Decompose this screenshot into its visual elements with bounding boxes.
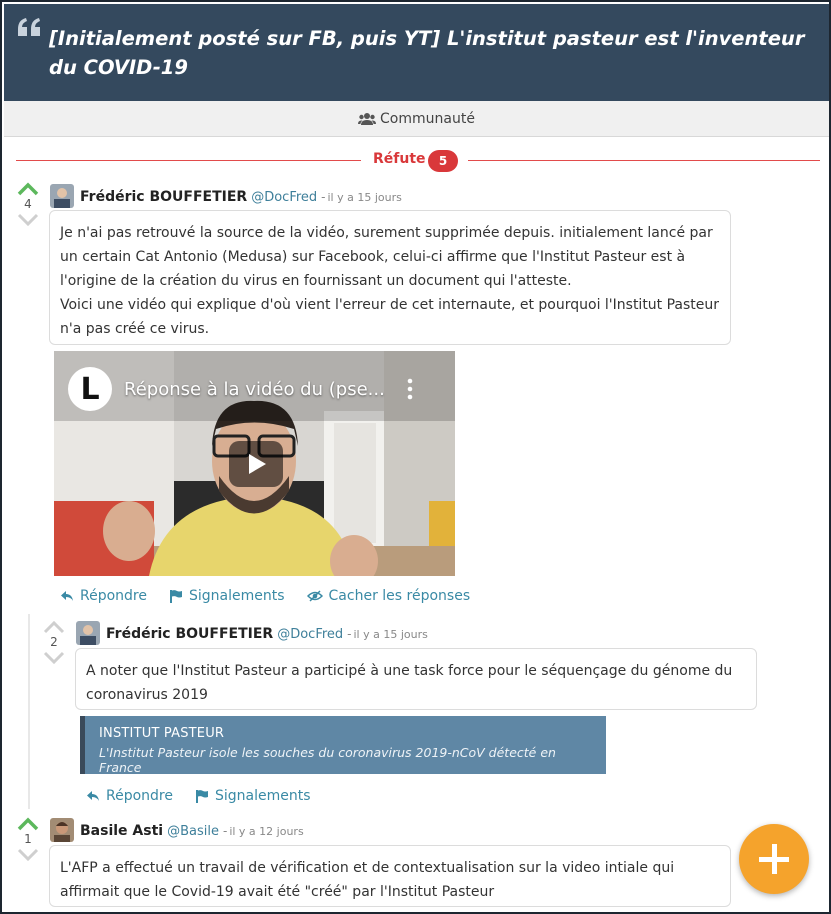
refute-label: Réfute	[373, 151, 426, 167]
comment-actions: Répondre Signalements Cacher les réponse…	[60, 588, 492, 604]
link-card-description: L'Institut Pasteur isole les souches du …	[99, 745, 556, 775]
users-icon	[358, 112, 377, 125]
question-header: [Initialement posté sur FB, puis YT] L'i…	[4, 4, 829, 101]
refute-divider-left	[16, 160, 361, 161]
comment-body: Je n'ai pas retrouvé la source de la vid…	[49, 210, 731, 345]
comment-line: Voici une vidéo qui explique d'où vient …	[60, 297, 720, 313]
vote-count: 2	[50, 635, 58, 649]
vote-control: 2	[42, 620, 66, 664]
flag-icon	[170, 590, 182, 603]
report-button[interactable]: Signalements	[169, 588, 285, 604]
comment-line: coronavirus 2019	[86, 687, 208, 703]
report-label: Signalements	[215, 788, 311, 804]
reply-label: Répondre	[106, 788, 173, 804]
vote-count: 1	[24, 832, 32, 846]
reply-label: Répondre	[80, 588, 147, 604]
eye-slash-icon	[306, 590, 323, 602]
chevron-up-icon[interactable]	[43, 620, 65, 634]
community-tab[interactable]: Communauté	[4, 101, 829, 137]
add-button[interactable]	[739, 824, 809, 894]
author-handle[interactable]: @DocFred	[277, 627, 343, 642]
reply-button[interactable]: Répondre	[86, 788, 173, 804]
comment-line: un certain Cat Antonio (Medusa) sur Face…	[60, 249, 686, 265]
hide-replies-label: Cacher les réponses	[328, 588, 471, 604]
more-vertical-icon[interactable]	[406, 378, 414, 400]
refute-count-badge: 5	[428, 150, 458, 172]
author-name[interactable]: Basile Asti	[80, 823, 163, 839]
channel-logo[interactable]: L	[68, 367, 112, 411]
plus-icon	[759, 844, 789, 874]
chevron-up-icon[interactable]	[17, 182, 39, 196]
comment-actions: Répondre Signalements	[86, 788, 333, 804]
comment-time: il y a 15 jours	[353, 628, 428, 641]
video-title[interactable]: Réponse à la vidéo du (pse...	[124, 379, 385, 400]
report-button[interactable]: Signalements	[195, 788, 311, 804]
avatar[interactable]	[76, 621, 100, 645]
separator: -	[222, 824, 228, 838]
comment-line: A noter que l'Institut Pasteur a partici…	[86, 663, 733, 679]
link-preview-card[interactable]: INSTITUT PASTEUR L'Institut Pasteur isol…	[80, 716, 606, 775]
separator: -	[347, 627, 352, 641]
comment-time: il y a 15 jours	[327, 191, 402, 204]
quote-icon	[18, 18, 40, 36]
comment-line: l'origine de la création du virus en fou…	[60, 273, 572, 289]
author-handle[interactable]: @Basile	[167, 824, 219, 839]
comment-author-line: Frédéric BOUFFETIER @DocFred - il y a 15 jo…	[80, 186, 402, 205]
play-button[interactable]	[229, 441, 283, 487]
separator: -	[321, 190, 326, 204]
vote-count: 4	[24, 197, 32, 211]
community-tab-label: Communauté	[380, 110, 475, 127]
author-name[interactable]: Frédéric BOUFFETIER	[106, 626, 273, 642]
app-frame: [Initialement posté sur FB, puis YT] L'i…	[0, 0, 831, 914]
comment-line: n'a pas créé ce virus.	[60, 321, 210, 337]
comment-author-line: Basile Asti @Basile - il y a 12 jours	[80, 820, 304, 839]
refute-divider-right	[468, 160, 820, 161]
link-card-title: INSTITUT PASTEUR	[99, 726, 225, 741]
refute-section-header: Réfute 5	[16, 149, 820, 173]
vote-control: 4	[16, 182, 40, 226]
author-name[interactable]: Frédéric BOUFFETIER	[80, 189, 247, 205]
comment-line: L'AFP a effectué un travail de vérificat…	[60, 860, 675, 876]
hide-replies-button[interactable]: Cacher les réponses	[306, 588, 471, 604]
chevron-down-icon[interactable]	[17, 212, 39, 226]
comment-line: affirmait que le Covid-19 avait été "cré…	[60, 884, 495, 900]
question-title: [Initialement posté sur FB, puis YT] L'i…	[49, 27, 805, 79]
comment-body: A noter que l'Institut Pasteur a partici…	[75, 648, 757, 710]
chevron-down-icon[interactable]	[43, 650, 65, 664]
comment-body: L'AFP a effectué un travail de vérificat…	[49, 845, 731, 907]
comment-time: il y a 12 jours	[229, 825, 304, 838]
avatar[interactable]	[50, 184, 74, 208]
comment-author-line: Frédéric BOUFFETIER @DocFred - il y a 15 jo…	[106, 623, 428, 642]
reply-button[interactable]: Répondre	[60, 588, 147, 604]
reply-thread-line	[28, 614, 30, 809]
avatar[interactable]	[50, 818, 74, 842]
flag-icon	[196, 790, 208, 803]
chevron-up-icon[interactable]	[17, 817, 39, 831]
chevron-down-icon[interactable]	[17, 847, 39, 861]
reply-icon	[61, 591, 73, 601]
author-handle[interactable]: @DocFred	[251, 190, 317, 205]
play-icon	[249, 454, 266, 474]
reply-icon	[87, 791, 99, 801]
comment-line: Je n'ai pas retrouvé la source de la vid…	[60, 225, 713, 241]
report-label: Signalements	[189, 588, 285, 604]
vote-control: 1	[16, 817, 40, 861]
video-embed[interactable]: L Réponse à la vidéo du (pse...	[54, 351, 455, 576]
